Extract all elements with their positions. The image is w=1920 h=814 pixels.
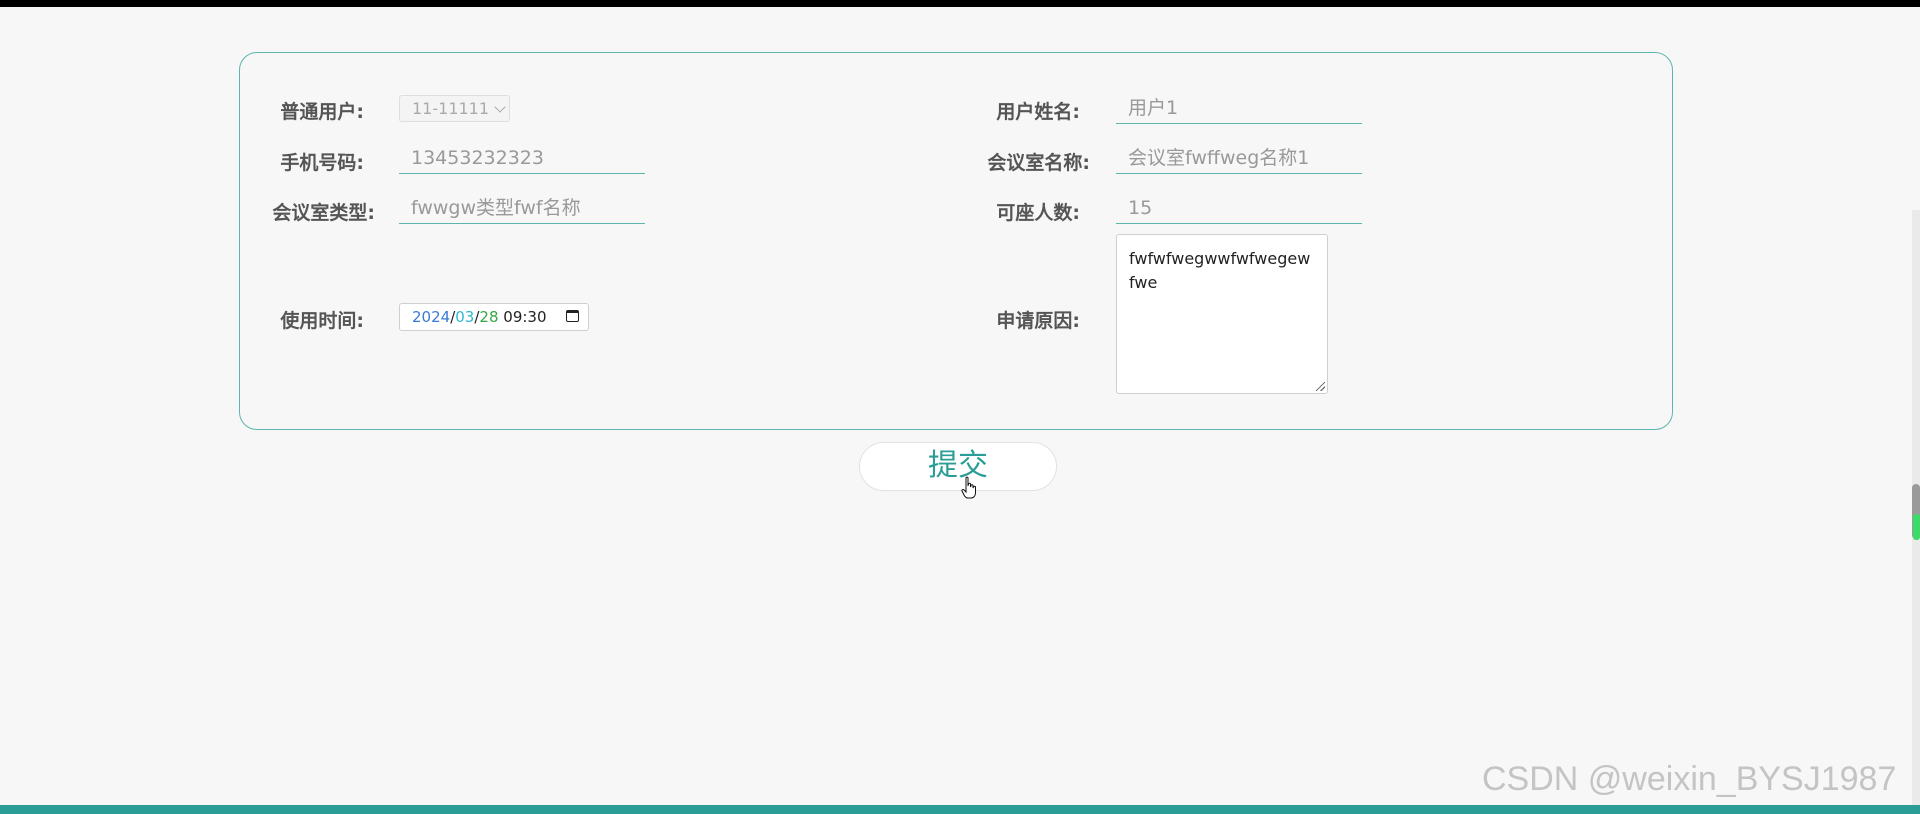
datetime-clock: 09:30 xyxy=(503,308,547,326)
name-field[interactable]: 用户1 xyxy=(1116,92,1362,124)
datetime-day: 28 xyxy=(479,308,499,326)
hand-pointer-icon xyxy=(961,476,976,499)
capacity-field[interactable]: 15 xyxy=(1116,192,1362,224)
datetime-input[interactable]: 2024/03/28 09:30 xyxy=(399,303,589,331)
submit-button[interactable]: 提交 xyxy=(859,442,1057,491)
chevron-down-icon xyxy=(494,101,506,113)
user-select-value: 11-11111 xyxy=(412,99,490,118)
watermark: CSDN @weixin_BYSJ1987 xyxy=(1482,760,1897,798)
time-label: 使用时间: xyxy=(280,310,364,332)
calendar-icon[interactable] xyxy=(566,310,579,322)
reason-label: 申请原因: xyxy=(996,310,1080,332)
datetime-year: 2024 xyxy=(412,308,451,326)
room-name-field[interactable]: 会议室fwffweg名称1 xyxy=(1116,142,1362,174)
room-type-label: 会议室类型: xyxy=(272,202,375,224)
capacity-label: 可座人数: xyxy=(996,202,1080,224)
top-bar xyxy=(0,0,1920,7)
room-type-field[interactable]: fwwgw类型fwf名称 xyxy=(399,192,645,224)
resize-grip-icon[interactable] xyxy=(1316,382,1325,391)
room-name-label: 会议室名称: xyxy=(987,152,1090,174)
reason-text: fwfwfwegwwfwfwegewfwe xyxy=(1129,249,1311,292)
bottom-bar xyxy=(0,805,1920,814)
user-select[interactable]: 11-11111 xyxy=(399,95,510,122)
phone-label: 手机号码: xyxy=(280,152,364,174)
reason-textarea[interactable]: fwfwfwegwwfwfwegewfwe xyxy=(1116,234,1328,394)
user-label: 普通用户: xyxy=(280,101,364,123)
phone-field[interactable]: 13453232323 xyxy=(399,142,645,174)
scrollbar-accent xyxy=(1913,514,1920,540)
name-label: 用户姓名: xyxy=(996,101,1080,123)
datetime-month: 03 xyxy=(455,308,475,326)
